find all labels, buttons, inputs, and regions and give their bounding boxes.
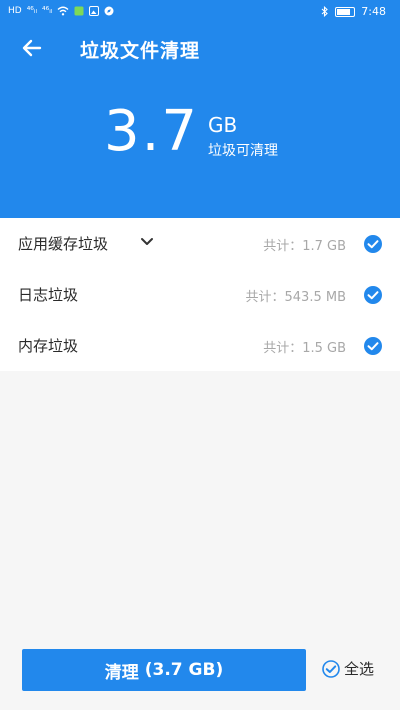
junk-row-app-cache[interactable]: 应用缓存垃圾 共计：1.7 GB [0, 218, 400, 269]
signal-indicator-1: ⁴⁶ᵢₗ [26, 6, 38, 16]
app-notification-icon [74, 6, 84, 16]
clean-button-label: 清理 [104, 662, 139, 683]
junk-row-log[interactable]: 日志垃圾 共计：543.5 MB [0, 269, 400, 320]
bottom-action-bar: 清理 (3.7 GB) 全选 [0, 640, 400, 710]
junk-category-list: 应用缓存垃圾 共计：1.7 GB 日志垃圾 共计：543.5 MB 内存垃圾 共… [0, 218, 400, 371]
header: HD ⁴⁶ᵢₗ ⁴⁶ᵢₗ 7:48 垃圾文件清理 3.7 GB 垃圾可清理 [0, 0, 400, 218]
battery-icon [335, 6, 356, 17]
image-notification-icon [89, 6, 100, 16]
junk-size-value: 3.7 [104, 99, 200, 164]
status-bar: HD ⁴⁶ᵢₗ ⁴⁶ᵢₗ 7:48 [0, 0, 400, 24]
select-all-label: 全选 [344, 660, 375, 678]
junk-size-caption: 垃圾可清理 [208, 143, 278, 159]
junk-row-total: 共计：543.5 MB [245, 290, 346, 305]
bluetooth-icon [321, 6, 329, 17]
clean-button[interactable]: 清理 (3.7 GB) [22, 649, 306, 691]
chevron-down-icon[interactable] [140, 236, 154, 248]
signal-indicator-2: ⁴⁶ᵢₗ [42, 6, 53, 16]
junk-row-label: 内存垃圾 [18, 337, 79, 355]
wifi-icon [57, 6, 69, 16]
select-all-toggle[interactable]: 全选 [322, 658, 374, 679]
junk-size-unit: GB [208, 113, 238, 137]
page-title: 垃圾文件清理 [80, 40, 201, 62]
app-bar: 垃圾文件清理 [0, 30, 400, 66]
status-time: 7:48 [361, 5, 386, 18]
clean-button-size: (3.7 GB) [144, 660, 224, 680]
status-bar-right: 7:48 [321, 5, 386, 18]
junk-row-total: 共计：1.7 GB [263, 239, 346, 254]
junk-row-total: 共计：1.5 GB [263, 341, 346, 356]
status-bar-left: HD ⁴⁶ᵢₗ ⁴⁶ᵢₗ [8, 5, 114, 17]
check-circle-icon[interactable] [364, 235, 382, 253]
junk-row-memory[interactable]: 内存垃圾 共计：1.5 GB [0, 320, 400, 371]
check-circle-icon[interactable] [322, 659, 340, 678]
compass-notification-icon [104, 6, 114, 16]
check-circle-icon[interactable] [364, 337, 382, 355]
junk-row-label: 应用缓存垃圾 [18, 235, 109, 253]
arrow-left-icon[interactable] [20, 36, 44, 60]
junk-row-label: 日志垃圾 [18, 286, 79, 304]
check-circle-icon[interactable] [364, 286, 382, 304]
hd-indicator: HD [8, 6, 22, 16]
